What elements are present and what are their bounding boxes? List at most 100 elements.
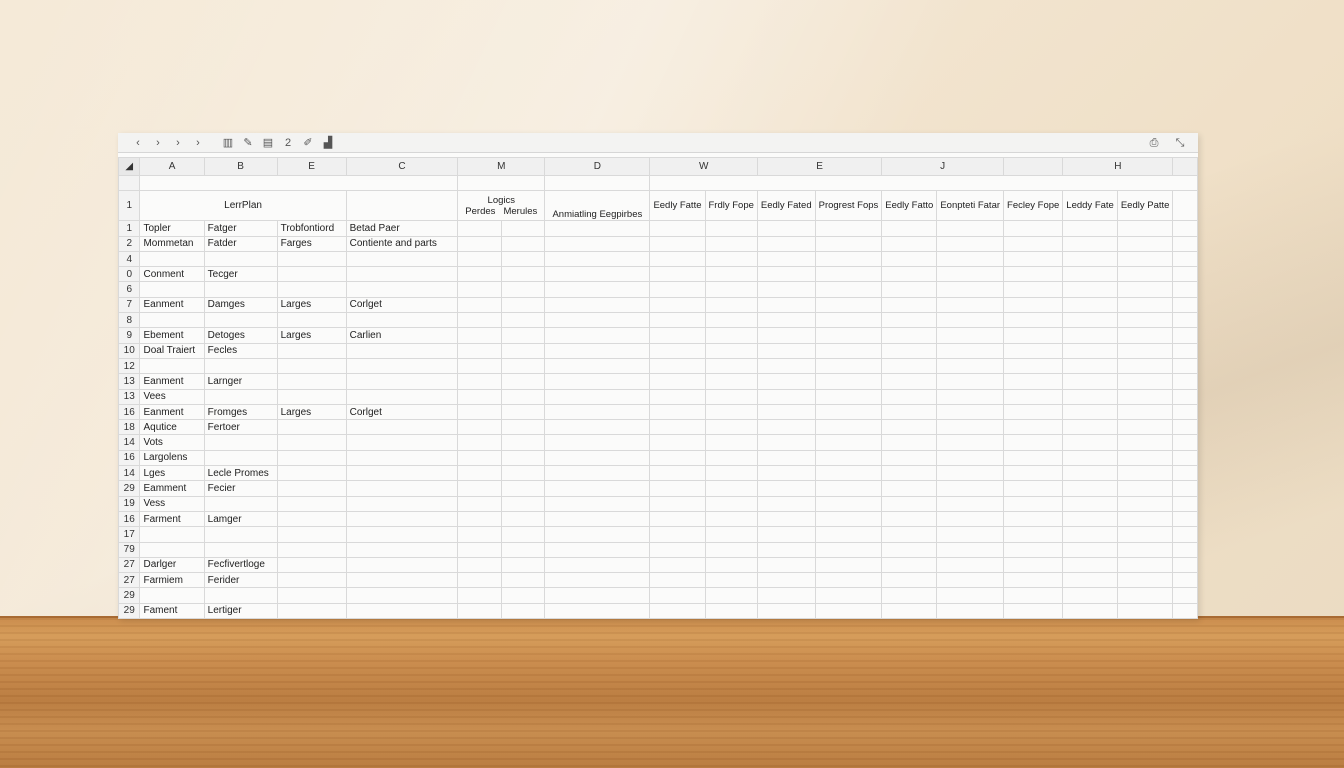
cell[interactable]: [1116, 388, 1174, 405]
sheet-title[interactable]: LerrPlan: [139, 190, 347, 222]
cell[interactable]: [649, 220, 706, 237]
cell[interactable]: [1003, 449, 1064, 467]
cell-e[interactable]: [276, 419, 347, 436]
cell[interactable]: [881, 342, 938, 359]
cell[interactable]: [457, 602, 502, 619]
cell-c[interactable]: [345, 373, 459, 390]
row-header[interactable]: 8: [118, 312, 141, 329]
cell-b[interactable]: Damges: [203, 296, 278, 314]
cell[interactable]: [649, 266, 706, 283]
cell[interactable]: [1116, 541, 1174, 558]
cell-c[interactable]: Contiente and parts: [345, 235, 459, 252]
cell-e[interactable]: Larges: [276, 403, 347, 421]
cell-a[interactable]: Largolens: [139, 449, 205, 467]
cell-b[interactable]: Tecger: [203, 266, 278, 283]
columns-icon[interactable]: ▥: [218, 134, 238, 152]
cell[interactable]: [544, 220, 651, 237]
cell-a[interactable]: [139, 526, 205, 543]
cell[interactable]: [1172, 357, 1198, 375]
cell[interactable]: [1003, 572, 1064, 589]
cell-c[interactable]: Carlien: [345, 327, 459, 344]
cell-b[interactable]: Fatger: [203, 220, 278, 237]
row-header[interactable]: 10: [118, 342, 141, 359]
last-arrow-icon[interactable]: ›: [188, 134, 208, 152]
cell[interactable]: [1062, 342, 1118, 359]
cell[interactable]: [1116, 266, 1174, 283]
cell[interactable]: [544, 388, 651, 405]
row-header[interactable]: 18: [118, 419, 141, 436]
cell-b[interactable]: [203, 357, 278, 375]
cell[interactable]: [1116, 465, 1174, 482]
cell[interactable]: [1172, 388, 1198, 405]
cell[interactable]: [1172, 327, 1198, 344]
cell[interactable]: [756, 220, 816, 237]
cell[interactable]: [1003, 373, 1064, 390]
cell[interactable]: [457, 235, 502, 252]
header-cell[interactable]: Fecley Fope: [1003, 190, 1064, 222]
cell[interactable]: [544, 296, 651, 314]
cell[interactable]: [814, 281, 883, 298]
cell[interactable]: [500, 419, 546, 436]
cell[interactable]: [704, 388, 758, 405]
header-cell[interactable]: Anmiatling Eegpirbes: [544, 190, 651, 222]
cell[interactable]: [544, 403, 651, 421]
cell[interactable]: [649, 526, 706, 543]
cell-c[interactable]: [345, 541, 459, 558]
cell[interactable]: [649, 373, 706, 390]
cell[interactable]: [649, 388, 706, 405]
cell[interactable]: [544, 357, 651, 375]
cell[interactable]: [1003, 403, 1064, 421]
cell-e[interactable]: [276, 556, 347, 574]
column-header[interactable]: C: [345, 157, 459, 176]
cell-a[interactable]: Eanment: [139, 296, 205, 314]
cell[interactable]: [649, 510, 706, 528]
cell[interactable]: [704, 434, 758, 451]
cell[interactable]: [457, 510, 502, 528]
cell-b[interactable]: [203, 495, 278, 512]
cell[interactable]: [1062, 220, 1118, 237]
cell[interactable]: [544, 312, 651, 329]
cell[interactable]: [1116, 434, 1174, 451]
cell[interactable]: [704, 342, 758, 359]
cell-e[interactable]: [276, 434, 347, 451]
cell[interactable]: [936, 556, 1005, 574]
cell[interactable]: [500, 312, 546, 329]
cell[interactable]: [704, 465, 758, 482]
cell[interactable]: [814, 465, 883, 482]
cell[interactable]: [881, 541, 938, 558]
cell[interactable]: [1003, 556, 1064, 574]
forward-arrow-icon[interactable]: ›: [148, 134, 168, 152]
column-header[interactable]: M: [457, 157, 546, 176]
cell[interactable]: [1003, 357, 1064, 375]
cell-b[interactable]: Fromges: [203, 403, 278, 421]
cell[interactable]: [457, 296, 502, 314]
cell[interactable]: [1172, 419, 1198, 436]
back-arrow-icon[interactable]: ‹: [128, 134, 148, 152]
cell-b[interactable]: [203, 434, 278, 451]
cell[interactable]: [881, 602, 938, 619]
cell[interactable]: [1172, 510, 1198, 528]
cell[interactable]: [500, 250, 546, 268]
cell-b[interactable]: [203, 388, 278, 405]
cell[interactable]: [1003, 281, 1064, 298]
cell[interactable]: [500, 235, 546, 252]
cell[interactable]: [457, 541, 502, 558]
cell[interactable]: [1062, 510, 1118, 528]
cell[interactable]: [756, 434, 816, 451]
cell-c[interactable]: Corlget: [345, 296, 459, 314]
column-header[interactable]: D: [544, 157, 651, 176]
cell[interactable]: [936, 235, 1005, 252]
cell[interactable]: [1062, 281, 1118, 298]
cell[interactable]: [936, 327, 1005, 344]
cell[interactable]: [1062, 327, 1118, 344]
cell[interactable]: [814, 480, 883, 497]
cell[interactable]: [1062, 495, 1118, 512]
cell[interactable]: [457, 403, 502, 421]
cell-a[interactable]: Aqutice: [139, 419, 205, 436]
cell[interactable]: [649, 174, 1198, 192]
cell[interactable]: [814, 419, 883, 436]
column-header[interactable]: A: [139, 157, 205, 176]
cell[interactable]: [500, 480, 546, 497]
cell-c[interactable]: [345, 556, 459, 574]
cell-e[interactable]: [276, 250, 347, 268]
